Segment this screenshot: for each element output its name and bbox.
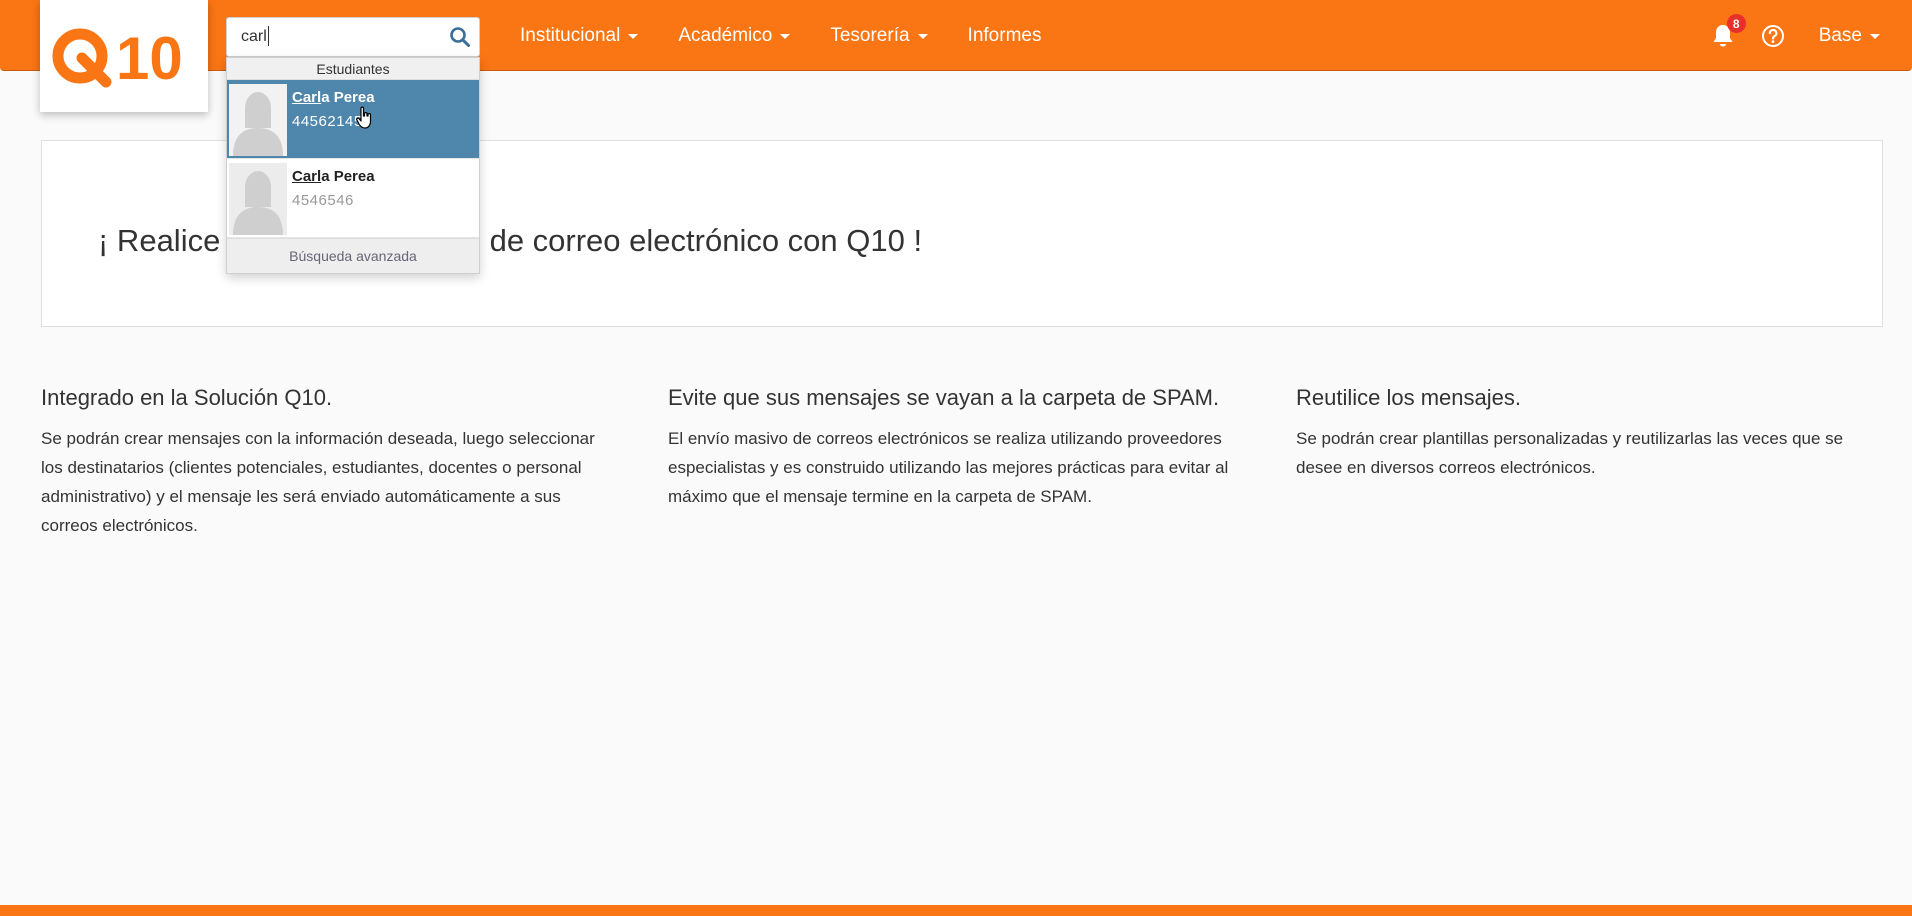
- main-menu: Institucional Académico Tesorería Inform…: [500, 0, 1061, 71]
- feature-title: Reutilice los mensajes.: [1296, 385, 1521, 410]
- feature-title: Integrado en la Solución Q10.: [41, 385, 333, 410]
- menu-academico-label: Académico: [678, 24, 773, 46]
- chevron-down-icon: [1870, 34, 1880, 39]
- avatar-placeholder-icon: [229, 84, 287, 156]
- menu-academico[interactable]: Académico: [658, 0, 810, 71]
- hand-pointer-icon: [356, 106, 372, 129]
- feature-spam: Evite que sus mensajes se vayan a la car…: [668, 384, 1258, 511]
- notifications-button[interactable]: 8: [1701, 0, 1746, 71]
- autocomplete-section-header: Estudiantes: [227, 58, 479, 80]
- help-button[interactable]: [1745, 0, 1801, 71]
- result-name-match: Carl: [292, 168, 322, 185]
- user-menu-label: Base: [1818, 24, 1862, 46]
- notification-badge: 8: [1726, 14, 1746, 33]
- feature-body: Se podrán crear plantillas personalizada…: [1296, 429, 1844, 477]
- feature-body: Se podrán crear mensajes con la informac…: [41, 429, 595, 535]
- chevron-down-icon: [780, 34, 791, 39]
- hero-title-start: ¡ Realice: [98, 223, 221, 258]
- q10-logo[interactable]: 10: [40, 0, 208, 112]
- advanced-search-link[interactable]: Búsqueda avanzada: [227, 238, 479, 273]
- help-circle-icon: [1761, 24, 1784, 47]
- result-name-rest: a Perea: [321, 89, 375, 106]
- search-icon[interactable]: [449, 26, 471, 48]
- result-name: Carla Perea: [292, 168, 375, 185]
- menu-informes-label: Informes: [967, 24, 1042, 46]
- chevron-down-icon: [917, 34, 928, 39]
- footer-bar: [0, 905, 1912, 916]
- avatar-placeholder-icon: [229, 163, 287, 235]
- autocomplete-result[interactable]: Carla Perea 4546546: [227, 159, 479, 238]
- text-caret: [268, 26, 269, 46]
- feature-reutilice: Reutilice los mensajes. Se podrán crear …: [1296, 384, 1886, 482]
- result-name: Carla Perea: [292, 89, 375, 106]
- result-id: 4546546: [292, 192, 354, 209]
- menu-informes[interactable]: Informes: [948, 0, 1062, 71]
- navbar-right: 8 Base: [1701, 0, 1912, 71]
- search-input[interactable]: [227, 18, 437, 56]
- menu-institucional[interactable]: Institucional: [500, 0, 658, 71]
- result-id: 44562145: [292, 113, 363, 130]
- menu-institucional-label: Institucional: [520, 24, 621, 46]
- result-name-rest: a Perea: [321, 168, 375, 185]
- menu-tesoreria-label: Tesorería: [830, 24, 910, 46]
- menu-tesoreria[interactable]: Tesorería: [810, 0, 947, 71]
- autocomplete-result[interactable]: Carla Perea 44562145: [227, 80, 479, 159]
- hero-title-end: de correo electrónico con Q10 !: [489, 223, 923, 258]
- hero-title: ¡ Realice de correo electrónico con Q10 …: [98, 223, 922, 259]
- feature-body: El envío masivo de correos electrónicos …: [668, 429, 1229, 506]
- feature-title: Evite que sus mensajes se vayan a la car…: [668, 385, 1220, 410]
- chevron-down-icon: [628, 34, 639, 39]
- search-box[interactable]: [226, 17, 480, 57]
- search-autocomplete: Estudiantes Carla Perea 44562145 Carla P…: [226, 57, 480, 274]
- logo-text: 10: [116, 25, 183, 88]
- user-menu[interactable]: Base: [1801, 0, 1912, 71]
- result-name-match: Carl: [292, 89, 322, 106]
- feature-integrado: Integrado en la Solución Q10. Se podrán …: [41, 384, 601, 540]
